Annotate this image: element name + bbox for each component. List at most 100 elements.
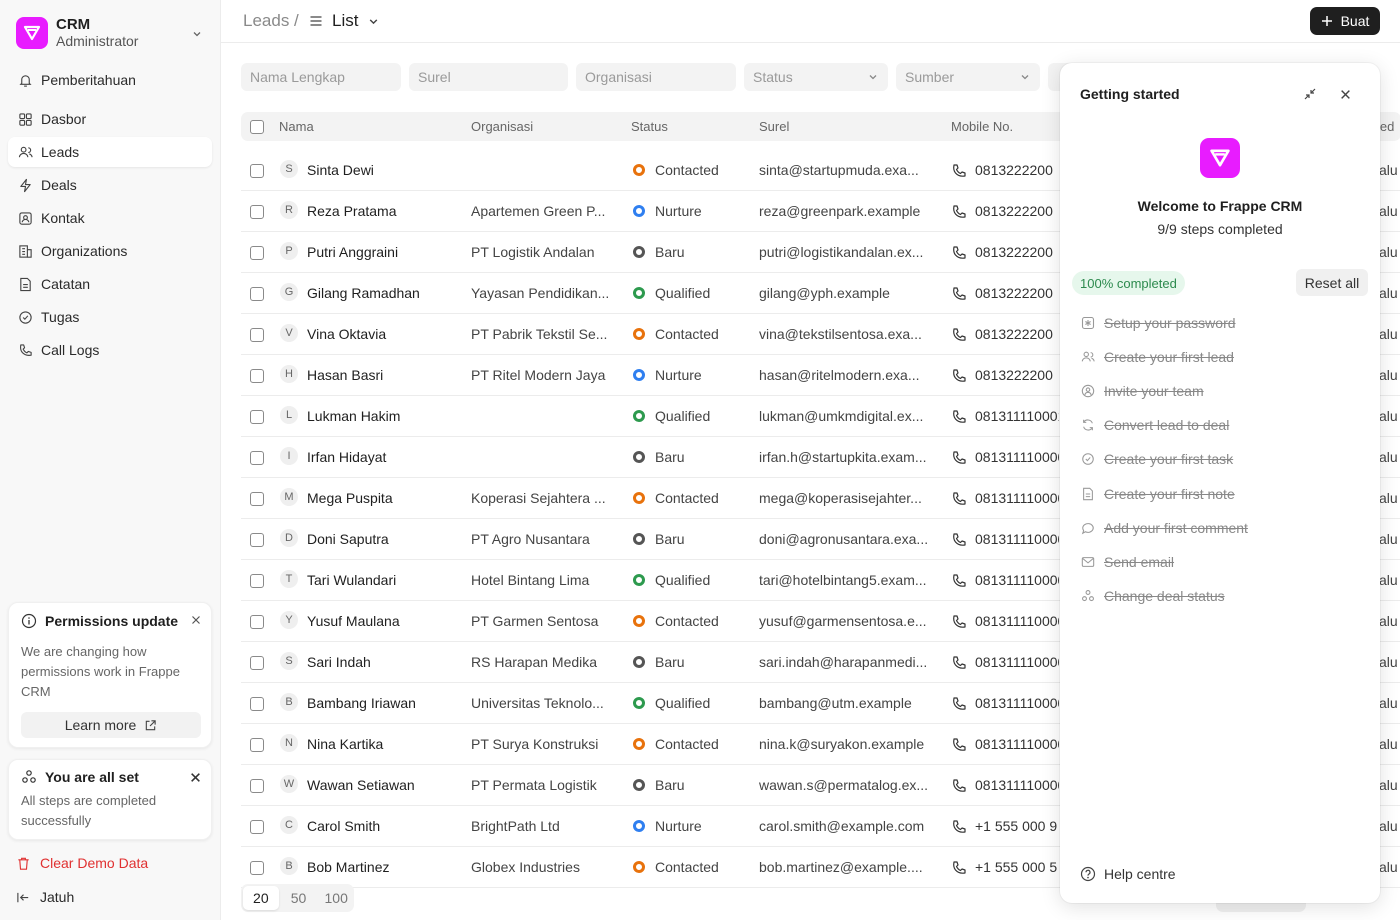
phone-icon (951, 245, 967, 264)
sidebar-item-notes[interactable]: Catatan (8, 269, 212, 299)
step-add-first-comment[interactable]: Add your first comment (1080, 518, 1248, 538)
step-label: Invite your team (1104, 383, 1204, 399)
row-checkbox[interactable] (250, 574, 264, 588)
row-checkbox[interactable] (250, 738, 264, 752)
phone-icon (951, 778, 967, 797)
lead-organization: PT Pabrik Tekstil Se... (471, 326, 608, 342)
row-checkbox[interactable] (250, 246, 264, 260)
row-checkbox[interactable] (250, 205, 264, 219)
collapse-sidebar-button[interactable]: Jatuh (16, 889, 74, 905)
lead-mobile: 0813111100006 (975, 572, 1059, 588)
lead-last-field: alu (1379, 367, 1398, 383)
row-checkbox[interactable] (250, 533, 264, 547)
view-switcher[interactable]: List (309, 11, 379, 31)
step-send-email[interactable]: Send email (1080, 552, 1174, 572)
lead-name: Yusuf Maulana (307, 613, 400, 629)
create-button[interactable]: Buat (1310, 7, 1380, 35)
building-icon (17, 243, 33, 259)
sidebar-item-organizations[interactable]: Organizations (8, 236, 212, 266)
lead-last-field: alu (1379, 654, 1398, 670)
sidebar-item-contacts[interactable]: Kontak (8, 203, 212, 233)
lead-organization: Yayasan Pendidikan... (471, 285, 610, 301)
select-all-checkbox[interactable] (250, 120, 264, 134)
filter-source-select[interactable]: Sumber (896, 63, 1040, 91)
status-icon (1080, 588, 1096, 604)
lead-mobile: 0813111100007 (975, 531, 1059, 547)
lead-email: tari@hotelbintang5.exam... (759, 572, 927, 588)
info-icon (21, 613, 37, 629)
filter-status-select[interactable]: Status (744, 63, 888, 91)
lead-last-field: alu (1379, 777, 1398, 793)
sidebar-item-label: Kontak (41, 210, 85, 226)
lead-name: Gilang Ramadhan (307, 285, 420, 301)
row-checkbox[interactable] (250, 779, 264, 793)
row-checkbox[interactable] (250, 615, 264, 629)
row-checkbox[interactable] (250, 861, 264, 875)
filter-name-input[interactable]: Nama Lengkap (241, 63, 401, 91)
minimize-icon[interactable] (1301, 85, 1319, 103)
lead-status: Baru (655, 531, 685, 547)
sidebar-item-label: Dasbor (41, 111, 87, 127)
step-change-deal-status[interactable]: Change deal status (1080, 586, 1225, 606)
row-checkbox[interactable] (250, 451, 264, 465)
lead-name: Sinta Dewi (307, 162, 374, 178)
row-checkbox[interactable] (250, 697, 264, 711)
status-dot-icon (633, 287, 645, 299)
column-header-name[interactable]: Nama (279, 119, 314, 134)
clear-demo-data-link[interactable]: Clear Demo Data (16, 855, 148, 871)
row-checkbox[interactable] (250, 287, 264, 301)
status-dot-icon (633, 205, 645, 217)
step-invite-team[interactable]: Invite your team (1080, 381, 1204, 401)
column-header-mobile[interactable]: Mobile No. (951, 119, 1013, 134)
step-create-first-task[interactable]: Create your first task (1080, 449, 1233, 469)
step-create-first-lead[interactable]: Create your first lead (1080, 347, 1234, 367)
phone-icon (951, 491, 967, 510)
lead-name: Mega Puspita (307, 490, 393, 506)
status-dot-icon (633, 820, 645, 832)
sidebar-item-label: Call Logs (41, 342, 100, 358)
convert-icon (1080, 417, 1096, 433)
filter-organization-input[interactable]: Organisasi (576, 63, 736, 91)
reset-all-button[interactable]: Reset all (1296, 269, 1368, 296)
sidebar-item-deals[interactable]: Deals (8, 170, 212, 200)
column-header-email[interactable]: Surel (759, 119, 789, 134)
lead-last-field: alu (1379, 736, 1398, 752)
row-checkbox[interactable] (250, 410, 264, 424)
column-header-status[interactable]: Status (631, 119, 668, 134)
avatar: W (280, 775, 298, 793)
close-icon[interactable] (190, 770, 201, 786)
help-centre-link[interactable]: Help centre (1080, 866, 1176, 882)
sidebar-item-tasks[interactable]: Tugas (8, 302, 212, 332)
step-setup-password[interactable]: Setup your password (1080, 313, 1236, 333)
page-size-50[interactable]: 50 (281, 886, 317, 910)
close-icon[interactable] (1336, 85, 1354, 103)
lead-last-field: alu (1379, 490, 1398, 506)
row-checkbox[interactable] (250, 164, 264, 178)
step-convert-lead[interactable]: Convert lead to deal (1080, 415, 1229, 435)
row-checkbox[interactable] (250, 492, 264, 506)
row-checkbox[interactable] (250, 656, 264, 670)
breadcrumb-leads[interactable]: Leads / (243, 11, 299, 31)
page-size-100[interactable]: 100 (318, 886, 354, 910)
sidebar-item-call-logs[interactable]: Call Logs (8, 335, 212, 365)
row-checkbox[interactable] (250, 820, 264, 834)
page-size-20[interactable]: 20 (243, 886, 279, 910)
phone-icon (17, 342, 33, 358)
lead-email: bob.martinez@example.... (759, 859, 923, 875)
sidebar-item-leads[interactable]: Leads (8, 137, 212, 167)
lead-name: Wawan Setiawan (307, 777, 415, 793)
step-label: Create your first task (1104, 451, 1234, 467)
sidebar-item-dashboard[interactable]: Dasbor (8, 104, 212, 134)
lead-status: Baru (655, 449, 685, 465)
brand-switcher[interactable]: CRM Administrator (16, 14, 206, 52)
column-header-organization[interactable]: Organisasi (471, 119, 533, 134)
row-checkbox[interactable] (250, 369, 264, 383)
lead-mobile: 0813111100004 (975, 654, 1059, 670)
row-checkbox[interactable] (250, 328, 264, 342)
step-create-first-note[interactable]: Create your first note (1080, 484, 1235, 504)
close-icon[interactable] (191, 612, 201, 628)
sidebar-item-notifications[interactable]: Pemberitahuan (8, 65, 212, 95)
external-link-icon (144, 719, 157, 732)
filter-email-input[interactable]: Surel (409, 63, 568, 91)
learn-more-button[interactable]: Learn more (21, 712, 201, 738)
